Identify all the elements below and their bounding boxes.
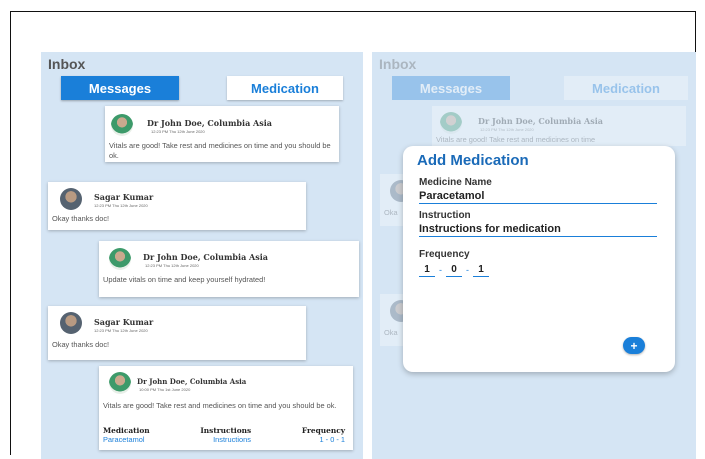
add-medication-dialog: Add Medication Medicine Name Paracetamol…	[403, 146, 675, 372]
message-text: Vitals are good! Take rest and medicines…	[109, 141, 331, 160]
doctor-avatar	[109, 248, 131, 270]
tab-messages[interactable]: Messages	[61, 76, 179, 100]
message-card-doctor: Dr John Doe, Columbia Asia 12:23 PM Thu …	[432, 106, 686, 146]
cell-instructions[interactable]: Instructions	[213, 435, 251, 444]
message-sender: Dr John Doe, Columbia Asia	[143, 252, 268, 262]
message-text: Oka	[384, 328, 398, 337]
doctor-avatar	[109, 372, 131, 394]
add-medication-screen: Inbox Messages Medication Dr John Doe, C…	[372, 52, 696, 459]
tab-medication: Medication	[564, 76, 688, 100]
message-time: 12:23 PM Thu 12th June 2020	[480, 127, 534, 132]
frequency-separator: -	[466, 265, 469, 275]
cell-frequency: 1 - 0 - 1	[319, 435, 345, 444]
frequency-label: Frequency	[419, 249, 470, 260]
header-frequency: Frequency	[301, 426, 345, 435]
frequency-separator: -	[439, 265, 442, 275]
doctor-avatar	[111, 114, 133, 136]
message-card-doctor[interactable]: Dr John Doe, Columbia Asia 12:23 PM Thu …	[105, 106, 339, 162]
message-sender: Sagar Kumar	[94, 317, 154, 327]
inbox-title: Inbox	[48, 56, 86, 72]
message-text: Update vitals on time and keep yourself …	[103, 275, 266, 284]
message-time: 12:23 PM Thu 12th June 2020	[151, 129, 205, 134]
message-text: Okay thanks doc!	[52, 214, 110, 223]
message-sender: Dr John Doe, Columbia Asia	[147, 118, 272, 128]
frequency-morning-input[interactable]: 1	[419, 263, 435, 277]
medicine-name-value[interactable]: Paracetamol	[419, 189, 657, 203]
message-time: 12:23 PM Thu 12th June 2020	[94, 203, 148, 208]
medication-table-row: Paracetamol Instructions 1 - 0 - 1	[103, 435, 345, 444]
patient-avatar	[60, 312, 82, 334]
frequency-afternoon-input[interactable]: 0	[446, 263, 462, 277]
message-sender: Dr John Doe, Columbia Asia	[478, 116, 603, 126]
message-sender: Sagar Kumar	[94, 192, 154, 202]
message-time: 12:23 PM Thu 12th June 2020	[145, 263, 199, 268]
inbox-title: Inbox	[379, 56, 417, 72]
dialog-title: Add Medication	[417, 152, 529, 169]
add-button[interactable]: +	[623, 337, 645, 354]
message-card-patient[interactable]: Sagar Kumar 12:23 PM Thu 12th June 2020 …	[48, 182, 306, 230]
medication-table: Medication Instructions Frequency Parace…	[103, 426, 345, 444]
header-medication: Medication	[103, 426, 150, 435]
message-sender: Dr John Doe, Columbia Asia	[137, 377, 247, 386]
frequency-night-input[interactable]: 1	[473, 263, 489, 277]
message-time: 12:23 PM Thu 12th June 2020	[94, 328, 148, 333]
patient-avatar	[60, 188, 82, 210]
message-card-patient[interactable]: Sagar Kumar 12:23 PM Thu 12th June 2020 …	[48, 306, 306, 360]
instruction-value[interactable]: Instructions for medication	[419, 222, 657, 236]
message-text: Okay thanks doc!	[52, 340, 110, 349]
medicine-name-field[interactable]: Medicine Name Paracetamol	[419, 177, 657, 204]
medicine-name-label: Medicine Name	[419, 177, 492, 188]
header-instructions: Instructions	[200, 426, 252, 435]
message-text: Oka	[384, 208, 398, 217]
cell-medication[interactable]: Paracetamol	[103, 435, 145, 444]
inbox-screen: Inbox Messages Medication Dr John Doe, C…	[41, 52, 363, 459]
frequency-group: Frequency 1 - 0 - 1	[419, 249, 489, 277]
message-time: 10:00 PM Thu 1st June 2020	[139, 387, 191, 392]
doctor-avatar	[440, 112, 462, 134]
tab-medication[interactable]: Medication	[227, 76, 343, 100]
medication-table-header: Medication Instructions Frequency	[103, 426, 345, 435]
message-text: Vitals are good! Take rest and medicines…	[436, 135, 596, 144]
instruction-field[interactable]: Instruction Instructions for medication	[419, 210, 657, 237]
message-text: Vitals are good! Take rest and medicines…	[103, 401, 337, 410]
instruction-label: Instruction	[419, 210, 471, 221]
tab-messages: Messages	[392, 76, 510, 100]
message-card-medication[interactable]: Dr John Doe, Columbia Asia 10:00 PM Thu …	[99, 366, 353, 450]
message-card-doctor[interactable]: Dr John Doe, Columbia Asia 12:23 PM Thu …	[99, 241, 359, 297]
